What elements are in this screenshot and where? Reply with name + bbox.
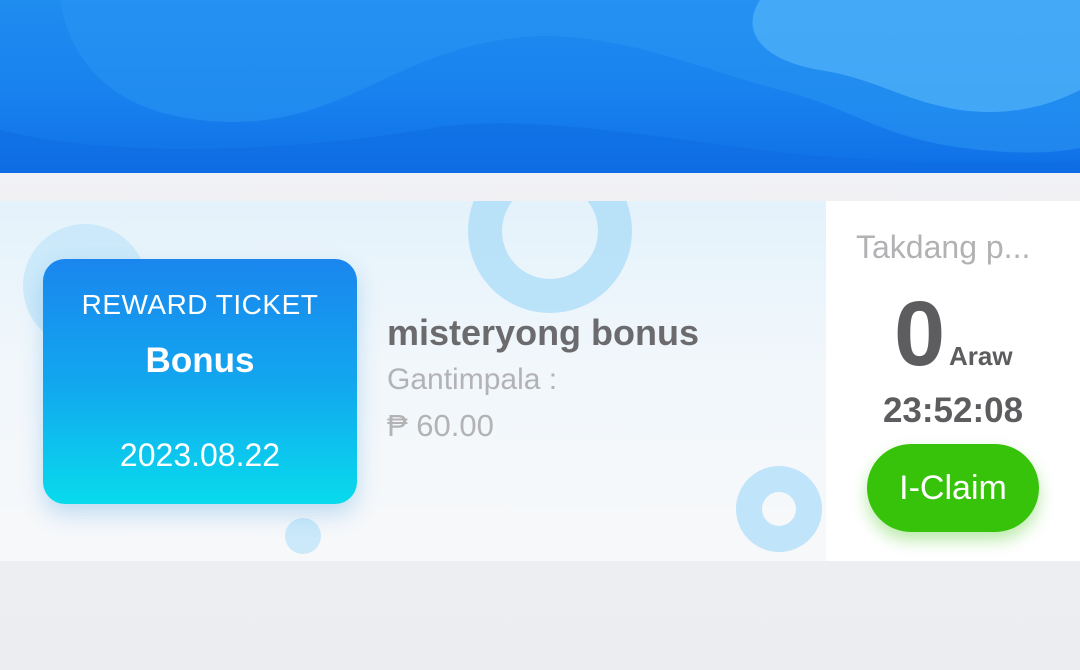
days-remaining-unit: Araw — [949, 341, 1013, 371]
ticket-date: 2023.08.22 — [119, 437, 281, 473]
claim-panel: Takdang p... 0 Araw 23:52:08 I-Claim — [826, 201, 1080, 561]
reward-card: REWARD TICKET Bonus 2023.08.22 misteryon… — [0, 201, 1080, 561]
days-remaining-count: 0 — [894, 283, 946, 385]
ticket-type: Bonus — [145, 341, 255, 380]
page: REWARD TICKET Bonus 2023.08.22 misteryon… — [0, 0, 1080, 670]
reward-card-body: REWARD TICKET Bonus 2023.08.22 misteryon… — [0, 201, 826, 561]
reward-label: Gantimpala : — [387, 363, 558, 396]
reward-amount: ₱ 60.00 — [387, 408, 494, 443]
banner-wave-decoration — [0, 0, 1080, 173]
header-banner — [0, 0, 1080, 173]
reward-title: misteryong bonus — [387, 312, 700, 353]
deadline-label: Takdang p... — [856, 229, 1031, 265]
countdown-timer: 23:52:08 — [882, 391, 1024, 430]
claim-button[interactable]: I-Claim — [867, 444, 1039, 532]
reward-ticket: REWARD TICKET Bonus 2023.08.22 — [43, 259, 357, 504]
ticket-label: REWARD TICKET — [81, 289, 319, 320]
